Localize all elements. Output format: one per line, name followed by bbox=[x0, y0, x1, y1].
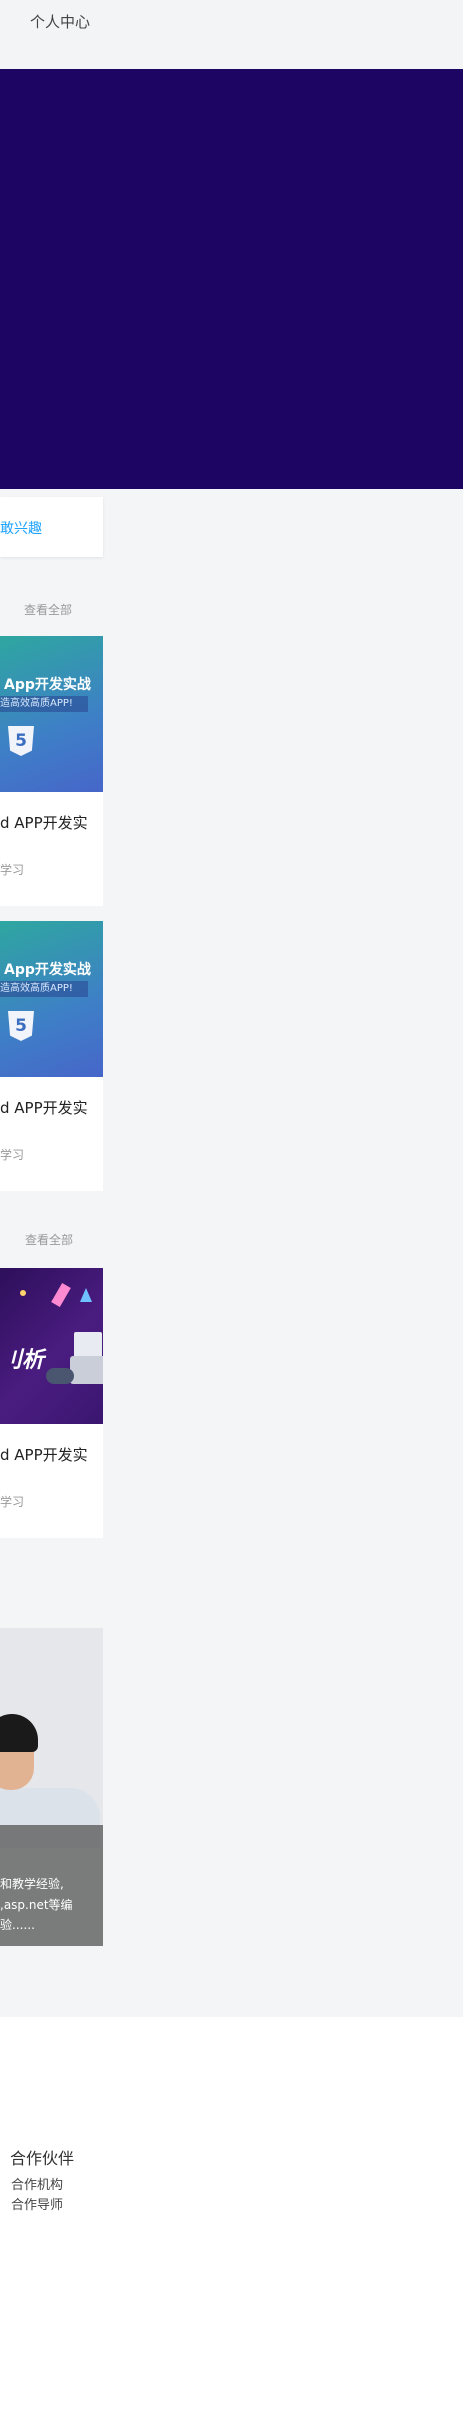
laptop-base-illustration bbox=[70, 1356, 103, 1384]
course-meta: 学习 bbox=[0, 863, 25, 877]
teacher-bio-overlay: 和教学经验, ,asp.net等编 验...... bbox=[0, 1825, 103, 1946]
hero-banner[interactable] bbox=[0, 69, 463, 489]
course-card[interactable]: App开发实战 造高效高质APP! 5 d APP开发实 学习 bbox=[0, 636, 103, 906]
see-all-link-new[interactable]: 查看全部 bbox=[25, 1231, 73, 1248]
thumbnail-title: 刂析 bbox=[0, 1348, 45, 1373]
footer-link-partner-org[interactable]: 合作机构 bbox=[11, 2174, 63, 2193]
top-nav-bar: 个人中心 bbox=[0, 0, 463, 69]
laptop-illustration bbox=[74, 1332, 102, 1358]
decor-shape bbox=[51, 1282, 71, 1308]
teacher-bio-line: 和教学经验, bbox=[0, 1877, 64, 1891]
footer: 合作伙伴 合作机构 合作导师 bbox=[0, 2017, 463, 2435]
interest-label: 敢兴趣 bbox=[0, 521, 42, 537]
html5-shield-icon: 5 bbox=[8, 1011, 34, 1041]
course-title[interactable]: d APP开发实 bbox=[0, 1097, 88, 1118]
course-thumbnail: 刂析 bbox=[0, 1268, 103, 1424]
thumbnail-subtitle: 造高效高质APP! bbox=[0, 981, 88, 997]
decor-shape bbox=[80, 1288, 92, 1302]
footer-link-partner-mentor[interactable]: 合作导师 bbox=[11, 2194, 63, 2213]
thumbnail-subtitle: 造高效高质APP! bbox=[0, 696, 88, 712]
course-meta: 学习 bbox=[0, 1148, 25, 1162]
course-thumbnail: App开发实战 造高效高质APP! 5 bbox=[0, 921, 103, 1077]
interest-card[interactable]: 敢兴趣 bbox=[0, 497, 103, 557]
course-title[interactable]: d APP开发实 bbox=[0, 1444, 88, 1465]
teacher-bio-line: 验...... bbox=[0, 1918, 35, 1932]
thumbnail-title: App开发实战 bbox=[4, 677, 91, 693]
decor-shape bbox=[20, 1290, 26, 1296]
course-meta: 学习 bbox=[0, 1495, 25, 1509]
user-center-link[interactable]: 个人中心 bbox=[30, 11, 90, 32]
see-all-link-hot[interactable]: 查看全部 bbox=[24, 601, 72, 618]
teacher-card[interactable]: 和教学经验, ,asp.net等编 验...... bbox=[0, 1628, 103, 1946]
course-card[interactable]: App开发实战 造高效高质APP! 5 d APP开发实 学习 bbox=[0, 921, 103, 1191]
teacher-bio-line: ,asp.net等编 bbox=[0, 1898, 73, 1912]
gamepad-icon bbox=[46, 1368, 74, 1384]
thumbnail-title: App开发实战 bbox=[4, 962, 91, 978]
course-card[interactable]: 刂析 d APP开发实 学习 bbox=[0, 1268, 103, 1538]
course-title[interactable]: d APP开发实 bbox=[0, 812, 88, 833]
footer-section-title: 合作伙伴 bbox=[10, 2149, 75, 2168]
course-thumbnail: App开发实战 造高效高质APP! 5 bbox=[0, 636, 103, 792]
html5-shield-icon: 5 bbox=[8, 726, 34, 756]
